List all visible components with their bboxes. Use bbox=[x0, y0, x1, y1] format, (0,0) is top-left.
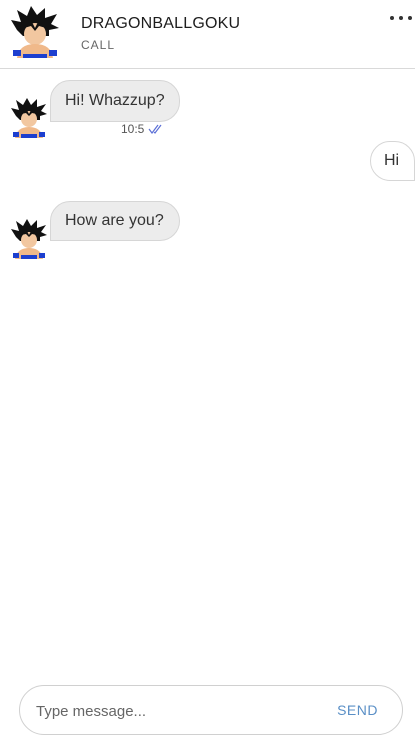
contact-avatar-icon[interactable] bbox=[9, 6, 61, 58]
contact-name: DRAGONBALLGOKU bbox=[81, 15, 241, 32]
message-bubble[interactable]: Hi! Whazzup? bbox=[50, 80, 180, 122]
double-check-icon bbox=[148, 124, 162, 134]
sender-avatar-icon bbox=[11, 98, 47, 138]
call-button[interactable]: CALL bbox=[81, 38, 115, 52]
message-meta: 10:5 bbox=[121, 122, 164, 136]
sender-avatar-icon bbox=[11, 219, 47, 259]
message-bubble[interactable]: Hi bbox=[370, 141, 415, 181]
message-text: Hi bbox=[384, 152, 400, 169]
more-options-icon[interactable] bbox=[390, 8, 412, 28]
chat-window: DRAGONBALLGOKU CALL Hi! Whazzup? 10:5 Hi bbox=[0, 0, 415, 751]
message-text: Hi! Whazzup? bbox=[65, 92, 165, 109]
dot bbox=[390, 16, 394, 20]
message-composer: SEND bbox=[19, 685, 403, 735]
message-text: How are you? bbox=[65, 212, 164, 229]
message-input[interactable] bbox=[34, 696, 328, 726]
dot bbox=[399, 16, 403, 20]
send-button[interactable]: SEND bbox=[337, 702, 378, 718]
dot bbox=[408, 16, 412, 20]
message-time: 10:5 bbox=[121, 122, 145, 136]
chat-header: DRAGONBALLGOKU CALL bbox=[0, 0, 415, 69]
message-bubble[interactable]: How are you? bbox=[50, 201, 180, 241]
